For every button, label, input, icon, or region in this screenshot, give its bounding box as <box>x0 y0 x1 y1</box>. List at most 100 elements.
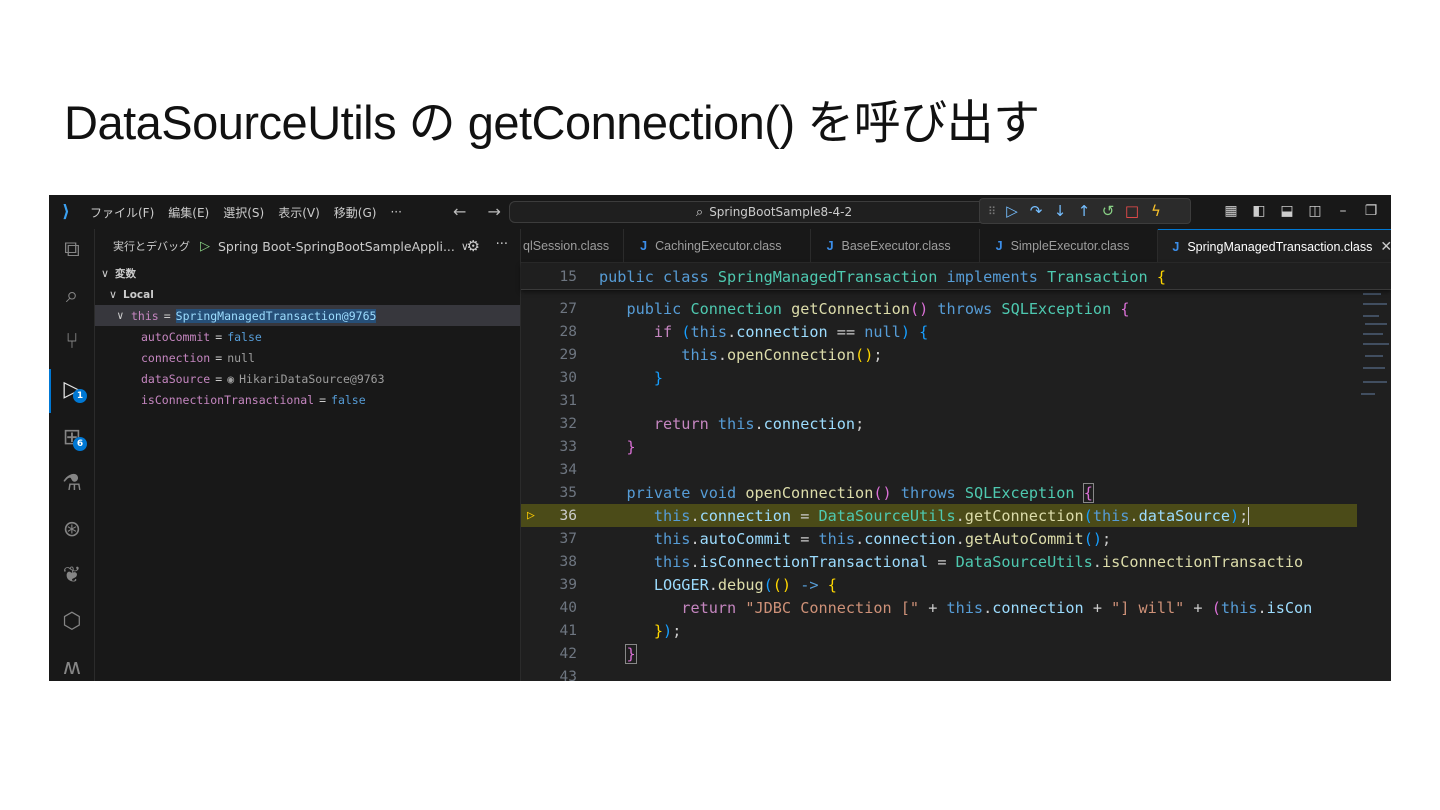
variables-label: 変数 <box>115 268 136 280</box>
line-number: 35 <box>559 484 577 501</box>
step-into-icon[interactable]: ↓ <box>1048 202 1072 220</box>
explorer-icon[interactable]: ⧉ <box>57 235 87 265</box>
variables-section-header[interactable]: ∨ 変数 <box>95 263 520 284</box>
variable-row[interactable]: connection = null <box>95 347 520 368</box>
menu-go[interactable]: 移動(G) <box>327 204 384 221</box>
code-line: } <box>653 368 664 387</box>
slide-title: DataSourceUtils の getConnection() を呼び出す <box>64 96 1040 149</box>
step-out-icon[interactable]: ↑ <box>1072 202 1096 220</box>
git-graph-icon[interactable]: ⊛ <box>57 515 87 545</box>
code-line: return this.connection; <box>653 414 865 433</box>
tab-simple-executor[interactable]: J SimpleExecutor.class <box>980 229 1159 262</box>
command-center-search[interactable]: ⌕ SpringBootSample8-4-2 <box>509 201 1039 223</box>
variable-name: isConnectionTransactional <box>141 392 315 407</box>
maven-icon[interactable]: ʍ <box>57 653 87 681</box>
run-debug-icon[interactable]: ▷ 1 <box>57 375 87 405</box>
line-number: 15 <box>559 268 577 285</box>
vscode-logo-icon: ⟩ <box>62 202 70 222</box>
launch-config-select[interactable]: Spring Boot-SpringBootSampleAppli... <box>218 239 455 254</box>
continue-icon[interactable]: ▷ <box>1000 202 1024 220</box>
line-number: 34 <box>559 461 577 478</box>
chevron-down-icon: ∨ <box>109 288 118 301</box>
editor-tabs: qlSession.class J CachingExecutor.class … <box>521 229 1391 263</box>
code-line: LOGGER.debug(() -> { <box>653 575 837 594</box>
tab-caching-executor[interactable]: J CachingExecutor.class <box>624 229 811 262</box>
debug-badge: 1 <box>73 389 87 403</box>
restore-icon[interactable]: ❐ <box>1357 203 1385 219</box>
tab-spring-managed-transaction[interactable]: J SpringManagedTransaction.class ✕ <box>1158 229 1391 262</box>
code-line: public class SpringManagedTransaction im… <box>599 267 1166 286</box>
menu-edit[interactable]: 編集(E) <box>161 204 216 221</box>
gear-icon[interactable]: ⚙ <box>467 237 480 255</box>
drag-grip-icon[interactable]: ⠿ <box>984 205 1000 218</box>
step-over-icon[interactable]: ↷ <box>1024 202 1048 220</box>
chevron-down-icon: ∨ <box>117 309 124 322</box>
line-number: 30 <box>559 369 577 386</box>
tab-base-executor[interactable]: J BaseExecutor.class <box>811 229 980 262</box>
menu-selection[interactable]: 選択(S) <box>216 204 271 221</box>
code-line: this.connection = DataSourceUtils.getCon… <box>599 506 1250 525</box>
minimap[interactable] <box>1357 263 1391 681</box>
variable-value: null <box>227 350 255 365</box>
variable-value: HikariDataSource@9763 <box>239 371 385 386</box>
code-editor[interactable]: 15 public class SpringManagedTransaction… <box>521 263 1391 681</box>
line-number: 39 <box>559 576 577 593</box>
code-line: private void openConnection() throws SQL… <box>626 482 1094 503</box>
spring-boot-icon[interactable]: ❦ <box>57 561 87 591</box>
restart-icon[interactable]: ↺ <box>1096 202 1120 220</box>
search-icon[interactable]: ⌕ <box>57 281 87 311</box>
stop-icon[interactable]: □ <box>1120 202 1144 220</box>
source-control-icon[interactable]: ⑂ <box>57 327 87 357</box>
active-indicator <box>49 369 51 413</box>
testing-icon[interactable]: ⚗ <box>57 469 87 499</box>
vscode-window: ⟩ ファイル(F) 編集(E) 選択(S) 表示(V) 移動(G) ··· ← … <box>49 195 1391 681</box>
tab-label: qlSession.class <box>523 239 610 253</box>
variable-row[interactable]: isConnectionTransactional = false <box>95 389 520 410</box>
tab-label: SpringManagedTransaction.class <box>1187 239 1373 254</box>
menu-more[interactable]: ··· <box>383 205 408 219</box>
close-icon[interactable]: ✕ <box>1380 238 1391 255</box>
tab-label: SimpleExecutor.class <box>1010 239 1130 253</box>
variable-value: false <box>331 392 366 407</box>
variable-name: dataSource <box>141 371 211 386</box>
java-file-icon: J <box>995 239 1003 253</box>
current-execution-line: ▷ 36 this.connection = DataSourceUtils.g… <box>521 504 1391 527</box>
menu-file[interactable]: ファイル(F) <box>83 204 161 221</box>
window-controls: ▦ ◧ ⬓ ◫ – ❐ <box>1217 203 1385 219</box>
java-file-icon: J <box>1172 239 1180 254</box>
toggle-panel-icon[interactable]: ⬓ <box>1273 203 1301 219</box>
line-number: 37 <box>559 530 577 547</box>
variable-row[interactable]: autoCommit = false <box>95 326 520 347</box>
toggle-secondary-sidebar-icon[interactable]: ◫ <box>1301 203 1329 219</box>
nav-back-forward-icon[interactable]: ← → <box>453 202 509 221</box>
line-number: 42 <box>559 645 577 662</box>
layout-icon[interactable]: ▦ <box>1217 203 1245 219</box>
code-line: this.openConnection(); <box>681 345 883 364</box>
hot-code-replace-icon[interactable]: ϟ <box>1144 202 1168 220</box>
line-number: 33 <box>559 438 577 455</box>
run-debug-sidebar: 実行とデバッグ ▷ Spring Boot-SpringBootSampleAp… <box>95 229 521 681</box>
line-number: 38 <box>559 553 577 570</box>
variable-row[interactable]: dataSource = ◉ HikariDataSource@9763 <box>95 368 520 389</box>
code-line: }); <box>653 621 682 640</box>
search-text: SpringBootSample8-4-2 <box>709 205 853 219</box>
variable-name: this <box>131 308 159 323</box>
variable-this-row[interactable]: ∨ this = SpringManagedTransaction@9765 <box>95 305 520 326</box>
minimize-icon[interactable]: – <box>1329 203 1357 219</box>
more-actions-icon[interactable]: ··· <box>496 237 508 252</box>
line-number: 27 <box>559 300 577 317</box>
code-line: } <box>625 643 637 664</box>
local-scope-row[interactable]: ∨ Local <box>95 284 520 305</box>
line-number: 29 <box>559 346 577 363</box>
code-line: public Connection getConnection() throws… <box>626 299 1130 318</box>
toggle-sidebar-icon[interactable]: ◧ <box>1245 203 1273 219</box>
debug-header: 実行とデバッグ ▷ Spring Boot-SpringBootSampleAp… <box>95 229 520 263</box>
eye-icon[interactable]: ◉ <box>227 372 234 386</box>
start-debug-icon[interactable]: ▷ <box>200 239 210 254</box>
sticky-scroll-header[interactable]: 15 public class SpringManagedTransaction… <box>521 263 1391 290</box>
containers-icon[interactable]: ⬡ <box>57 607 87 637</box>
extensions-icon[interactable]: ⊞ 6 <box>57 423 87 453</box>
tab-label: BaseExecutor.class <box>841 239 951 253</box>
tab-sqlsession[interactable]: qlSession.class <box>521 229 625 262</box>
menu-view[interactable]: 表示(V) <box>271 204 327 221</box>
